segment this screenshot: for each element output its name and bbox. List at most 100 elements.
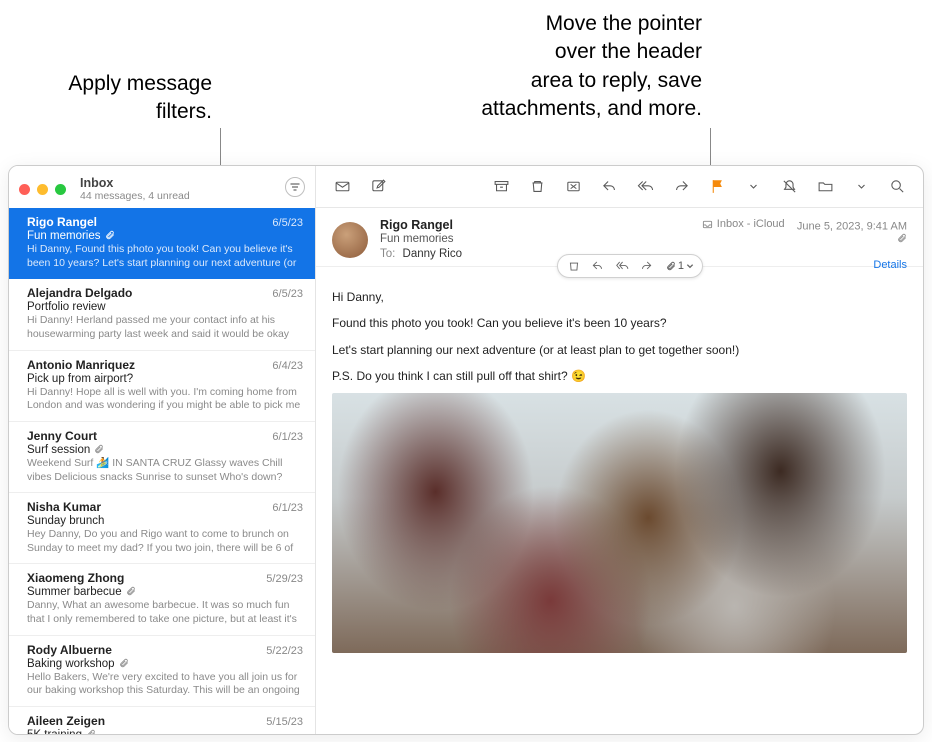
reply-all-button[interactable] bbox=[629, 173, 661, 200]
header-timestamp: June 5, 2023, 9:41 AM bbox=[797, 221, 907, 233]
message-sender: Jenny Court bbox=[27, 429, 97, 443]
annotation-filters: Apply message filters. bbox=[32, 70, 212, 127]
message-date: 5/15/23 bbox=[266, 716, 303, 728]
header-location: Inbox - iCloud bbox=[717, 218, 785, 230]
message-preview: Weekend Surf 🏄 IN SANTA CRUZ Glassy wave… bbox=[27, 457, 303, 484]
search-button[interactable] bbox=[881, 173, 913, 200]
flag-icon bbox=[709, 178, 726, 195]
message-list-item[interactable]: Jenny Court6/1/23Surf sessionWeekend Sur… bbox=[9, 422, 315, 493]
window-controls bbox=[19, 184, 66, 195]
get-mail-button[interactable] bbox=[326, 173, 358, 200]
delete-button[interactable] bbox=[521, 173, 553, 200]
message-list-item[interactable]: Rody Albuerne 5/22/23Baking workshopHello… bbox=[9, 636, 315, 707]
body-line: Let's start planning our next adventure … bbox=[332, 340, 907, 360]
message-subject: Sunday brunch bbox=[27, 515, 303, 527]
message-sender: Rigo Rangel bbox=[27, 215, 97, 229]
forward-button[interactable] bbox=[665, 173, 697, 200]
search-icon bbox=[889, 178, 906, 195]
message-filter-button[interactable] bbox=[285, 177, 305, 197]
junk-icon bbox=[565, 178, 582, 195]
hover-reply-all[interactable] bbox=[614, 258, 630, 274]
body-line: Found this photo you took! Can you belie… bbox=[332, 313, 907, 333]
reply-all-icon bbox=[615, 259, 629, 273]
message-list-item[interactable]: Rigo Rangel6/5/23Fun memoriesHi Danny, F… bbox=[9, 208, 315, 279]
inbox-icon bbox=[702, 219, 713, 230]
compose-icon bbox=[370, 178, 387, 195]
archive-button[interactable] bbox=[485, 173, 517, 200]
trash-icon bbox=[529, 178, 546, 195]
junk-button[interactable] bbox=[557, 173, 589, 200]
message-body: Hi Danny, Found this photo you took! Can… bbox=[316, 267, 923, 663]
details-link[interactable]: Details bbox=[702, 259, 907, 271]
message-preview: Hello Bakers, We're very excited to have… bbox=[27, 671, 303, 698]
message-preview: Hey Danny, Do you and Rigo want to come … bbox=[27, 528, 303, 555]
message-list-item[interactable]: Antonio Manriquez6/4/23Pick up from airp… bbox=[9, 351, 315, 422]
message-list-item[interactable]: Alejandra Delgado6/5/23Portfolio reviewH… bbox=[9, 279, 315, 350]
zoom-window-button[interactable] bbox=[55, 184, 66, 195]
sidebar-header: Inbox 44 messages, 4 unread bbox=[9, 166, 315, 208]
mute-button[interactable] bbox=[773, 173, 805, 200]
message-date: 6/1/23 bbox=[272, 502, 303, 514]
body-line: P.S. Do you think I can still pull off t… bbox=[332, 366, 907, 386]
message-sender: Antonio Manriquez bbox=[27, 358, 135, 372]
header-hover-actions: 1 bbox=[557, 254, 703, 278]
paperclip-icon bbox=[897, 233, 907, 243]
mail-window: Inbox 44 messages, 4 unread Rigo Rangel 6… bbox=[8, 165, 924, 735]
flag-dropdown[interactable] bbox=[737, 173, 769, 200]
toolbar bbox=[316, 166, 923, 208]
hover-forward[interactable] bbox=[638, 258, 654, 274]
hover-delete[interactable] bbox=[566, 258, 582, 274]
message-sender: Nisha Kumar bbox=[27, 500, 101, 514]
archive-icon bbox=[493, 178, 510, 195]
message-date: 5/29/23 bbox=[266, 573, 303, 585]
message-list-item[interactable]: Nisha Kumar 6/1/23Sunday brunchHey Danny,… bbox=[9, 493, 315, 564]
message-date: 6/5/23 bbox=[272, 217, 303, 229]
paperclip-icon bbox=[119, 658, 129, 668]
close-window-button[interactable] bbox=[19, 184, 30, 195]
compose-button[interactable] bbox=[362, 173, 394, 200]
envelope-icon bbox=[334, 178, 351, 195]
annotation-header-hover: Move the pointer over the header area to… bbox=[382, 10, 702, 123]
message-sender: Rody Albuerne bbox=[27, 643, 112, 657]
mailbox-title: Inbox bbox=[80, 176, 190, 190]
folder-icon bbox=[817, 178, 834, 195]
reader-pane: Rigo Rangel Fun memories To: Danny Rico … bbox=[316, 166, 923, 734]
move-dropdown[interactable] bbox=[845, 173, 877, 200]
move-button[interactable] bbox=[809, 173, 841, 200]
reply-button[interactable] bbox=[593, 173, 625, 200]
paperclip-icon bbox=[86, 729, 96, 734]
reply-all-icon bbox=[637, 178, 654, 195]
message-list-item[interactable]: Aileen Zeigen5/15/235K trainingHey Danny… bbox=[9, 707, 315, 734]
message-list-pane: Inbox 44 messages, 4 unread Rigo Rangel 6… bbox=[9, 166, 316, 734]
message-subject: Baking workshop bbox=[27, 658, 303, 670]
paperclip-icon bbox=[105, 230, 115, 240]
body-line: Hi Danny, bbox=[332, 287, 907, 307]
paperclip-icon bbox=[126, 586, 136, 596]
bell-off-icon bbox=[781, 178, 798, 195]
message-preview: Hi Danny, Found this photo you took! Can… bbox=[27, 243, 303, 270]
message-list-item[interactable]: Xiaomeng Zhong5/29/23Summer barbecueDann… bbox=[9, 564, 315, 635]
chevron-down-icon bbox=[686, 262, 694, 270]
reply-icon bbox=[601, 178, 618, 195]
message-subject: 5K training bbox=[27, 729, 303, 734]
message-preview: Hi Danny! Hope all is well with you. I'm… bbox=[27, 386, 303, 413]
message-subject: Surf session bbox=[27, 444, 303, 456]
message-date: 5/22/23 bbox=[266, 645, 303, 657]
attached-photo[interactable] bbox=[332, 393, 907, 653]
message-subject: Summer barbecue bbox=[27, 586, 303, 598]
message-date: 6/4/23 bbox=[272, 360, 303, 372]
flag-button[interactable] bbox=[701, 173, 733, 200]
message-list[interactable]: Rigo Rangel6/5/23Fun memoriesHi Danny, F… bbox=[9, 208, 315, 734]
hover-reply[interactable] bbox=[590, 258, 606, 274]
hover-attachments[interactable]: 1 bbox=[662, 260, 694, 272]
message-sender: Aileen Zeigen bbox=[27, 714, 105, 728]
message-sender: Alejandra Delgado bbox=[27, 286, 132, 300]
reply-icon bbox=[591, 259, 605, 273]
sender-avatar[interactable] bbox=[332, 222, 368, 258]
header-right: Inbox - iCloud June 5, 2023, 9:41 AM Det… bbox=[702, 218, 907, 271]
paperclip-icon bbox=[94, 444, 104, 454]
minimize-window-button[interactable] bbox=[37, 184, 48, 195]
message-subject: Portfolio review bbox=[27, 301, 303, 313]
message-preview: Danny, What an awesome barbecue. It was … bbox=[27, 599, 303, 626]
message-date: 6/5/23 bbox=[272, 288, 303, 300]
